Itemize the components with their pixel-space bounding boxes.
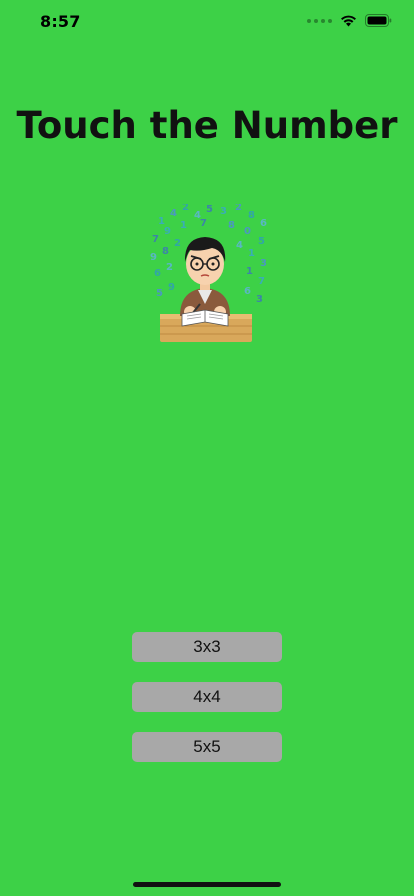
floating-digit: 9 [168, 282, 175, 293]
page-title: Touch the Number [16, 104, 398, 147]
floating-digit: 6 [260, 218, 267, 229]
floating-digit: 5 [206, 204, 213, 215]
floating-digit: 3 [256, 294, 263, 305]
grid-4x4-button[interactable]: 4x4 [132, 682, 282, 712]
floating-digit: 1 [246, 266, 253, 277]
wifi-icon [341, 15, 356, 27]
home-indicator[interactable] [133, 882, 281, 887]
floating-digit: 2 [174, 238, 181, 249]
floating-digit: 5 [258, 236, 265, 247]
signal-icon [307, 18, 332, 23]
grid-3x3-button[interactable]: 3x3 [132, 632, 282, 662]
grid-5x5-button[interactable]: 5x5 [132, 732, 282, 762]
floating-digit: 4 [236, 240, 243, 251]
status-bar: 8:57 [0, 0, 414, 44]
floating-digit: 7 [152, 234, 159, 245]
floating-digit: 1 [180, 220, 187, 231]
floating-digit: 2 [182, 204, 189, 213]
floating-digit: 5 [156, 288, 163, 299]
student-studying-illustration: 14245 3 28679 0598 1362 1759 631 82 47 [150, 204, 267, 342]
floating-digit: 7 [258, 276, 265, 287]
floating-digit: 3 [220, 206, 227, 217]
floating-digit: 0 [244, 226, 251, 237]
floating-digit: 8 [162, 246, 169, 257]
status-time: 8:57 [40, 12, 81, 31]
floating-digit: 6 [244, 286, 251, 297]
battery-icon [365, 14, 392, 27]
floating-digit: 2 [235, 204, 242, 213]
floating-digit: 8 [228, 220, 235, 231]
status-icons [307, 14, 392, 27]
floating-digit: 6 [154, 268, 161, 279]
floating-digit: 7 [200, 218, 207, 229]
floating-digit: 3 [260, 258, 267, 269]
floating-digit: 1 [248, 248, 255, 259]
floating-digit: 9 [150, 252, 157, 263]
floating-digit: 9 [164, 226, 171, 237]
floating-digit: 8 [248, 210, 255, 221]
floating-digit: 4 [170, 208, 177, 219]
floating-digit: 2 [166, 262, 173, 273]
